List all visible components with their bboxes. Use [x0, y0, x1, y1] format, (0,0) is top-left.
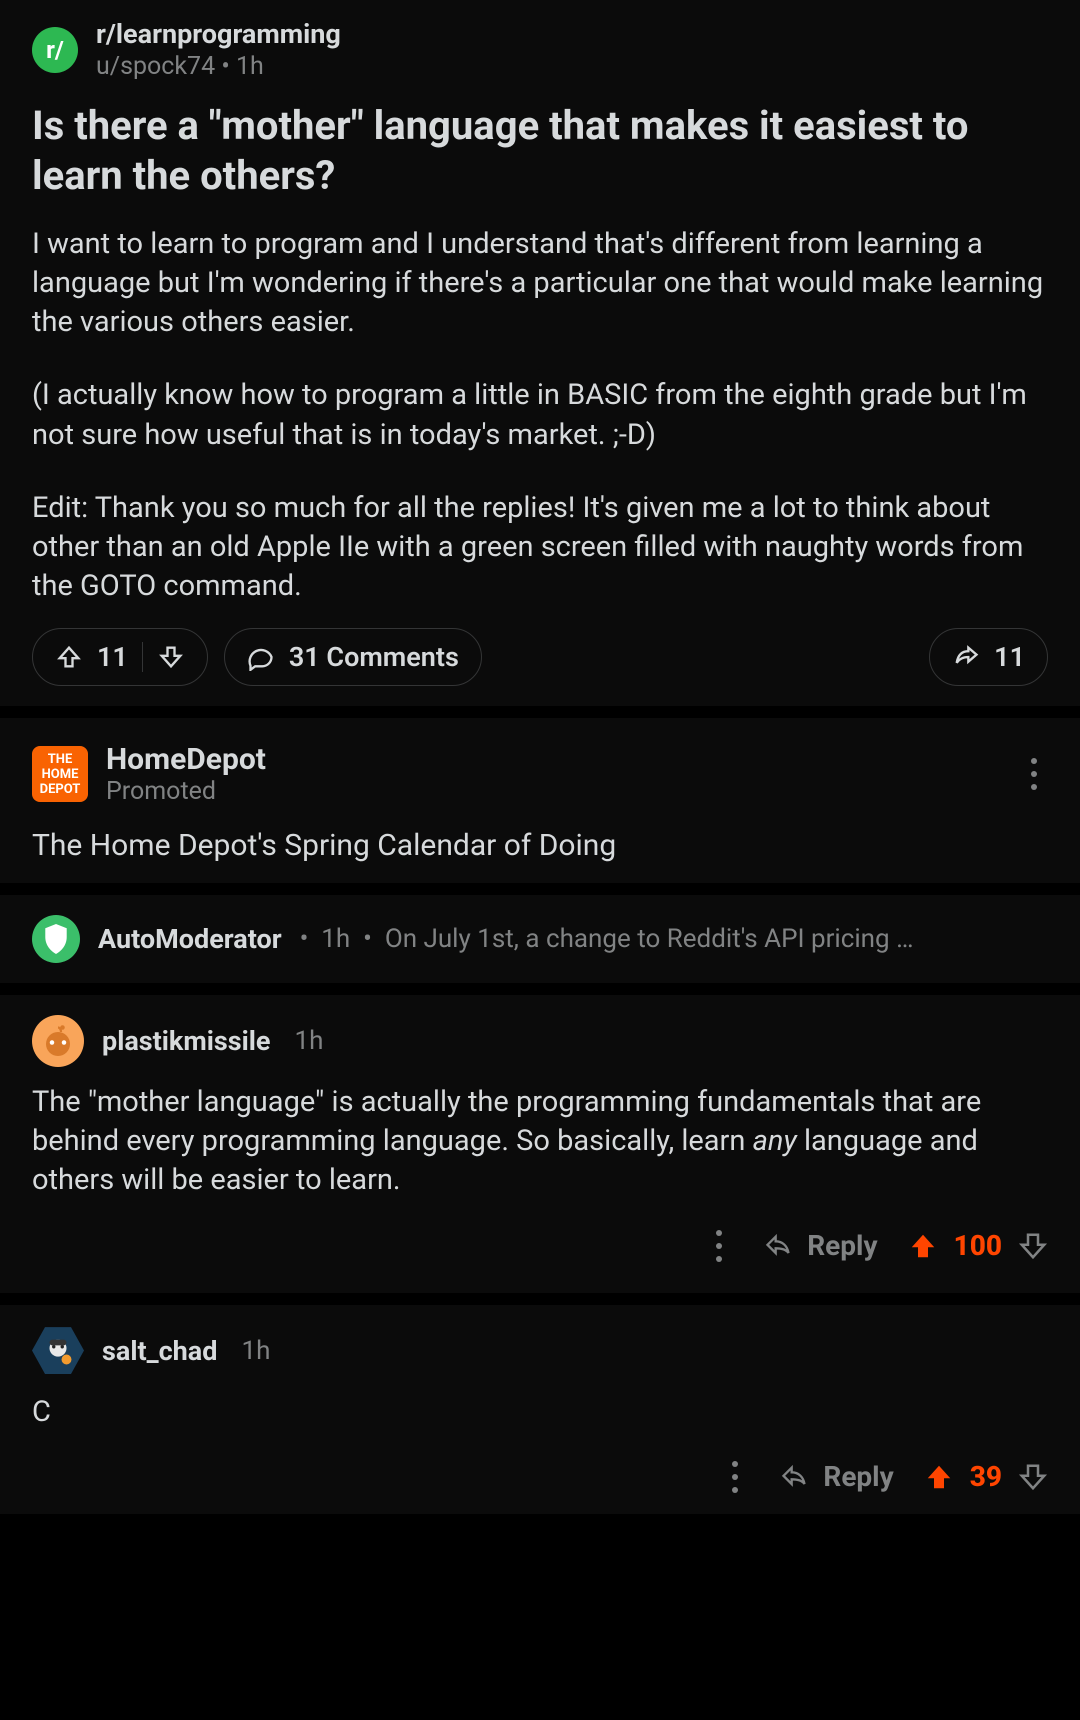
- downvote-icon: [1018, 1462, 1048, 1492]
- comment-time: 1h: [295, 1026, 324, 1056]
- more-icon: [731, 1460, 739, 1494]
- reply-button[interactable]: Reply: [763, 1229, 877, 1262]
- automod-name[interactable]: AutoModerator: [98, 923, 282, 955]
- comment-author[interactable]: salt_chad: [102, 1335, 217, 1367]
- promo-avatar: THEHOMEDEPOT: [32, 746, 88, 802]
- shield-icon: [43, 924, 69, 954]
- comment-body: The "mother language" is actually the pr…: [32, 1083, 1048, 1200]
- comment-author[interactable]: plastikmissile: [102, 1025, 271, 1057]
- comment-downvote-button[interactable]: [1018, 1462, 1048, 1492]
- promo-text: The Home Depot's Spring Calendar of Doin…: [32, 828, 1048, 863]
- vote-pill: 11: [32, 628, 208, 686]
- more-icon: [715, 1229, 723, 1263]
- automod-row[interactable]: AutoModerator • 1h • On July 1st, a chan…: [0, 895, 1080, 983]
- downvote-icon: [157, 643, 185, 671]
- subreddit-link[interactable]: r/learnprogramming: [96, 18, 341, 50]
- comment: salt_chad 1h C Reply 39: [0, 1305, 1080, 1514]
- author-link[interactable]: u/spock74: [96, 52, 215, 81]
- share-icon: [952, 643, 980, 671]
- comment-score: 100: [954, 1229, 1002, 1262]
- post-score: 11: [97, 641, 128, 673]
- reply-button[interactable]: Reply: [779, 1460, 893, 1493]
- snoo-icon: [40, 1023, 76, 1059]
- comment-upvote-button[interactable]: [924, 1462, 954, 1492]
- comment-icon: [247, 643, 275, 671]
- promo-tag: Promoted: [106, 777, 1002, 806]
- avatar-icon: [41, 1334, 75, 1368]
- promo-more-button[interactable]: [1020, 747, 1048, 801]
- comment-downvote-button[interactable]: [1018, 1231, 1048, 1261]
- downvote-icon: [1018, 1231, 1048, 1261]
- upvote-icon: [55, 643, 83, 671]
- post-byline: u/spock74 • 1h: [96, 52, 341, 81]
- comment-more-button[interactable]: [705, 1219, 733, 1273]
- reply-icon: [779, 1463, 809, 1491]
- comment-score: 39: [970, 1460, 1002, 1493]
- comment-actions: Reply 39: [32, 1450, 1048, 1504]
- post-card: r/ r/learnprogramming u/spock74 • 1h Is …: [0, 0, 1080, 706]
- upvote-button[interactable]: [55, 643, 83, 671]
- downvote-button[interactable]: [157, 643, 185, 671]
- comment: plastikmissile 1h The "mother language" …: [0, 995, 1080, 1292]
- comment-more-button[interactable]: [721, 1450, 749, 1504]
- upvote-icon: [908, 1231, 938, 1261]
- user-avatar[interactable]: [32, 1015, 84, 1067]
- automod-avatar: [32, 915, 80, 963]
- comment-body: C: [32, 1393, 1048, 1432]
- comment-time: 1h: [241, 1336, 270, 1366]
- post-header: r/ r/learnprogramming u/spock74 • 1h: [32, 18, 1048, 81]
- more-icon: [1030, 757, 1038, 791]
- reply-icon: [763, 1232, 793, 1260]
- post-body: I want to learn to program and I underst…: [32, 225, 1048, 606]
- comment-upvote-button[interactable]: [908, 1231, 938, 1261]
- user-avatar[interactable]: [32, 1325, 84, 1377]
- comment-actions: Reply 100: [32, 1219, 1048, 1273]
- promoted-card[interactable]: THEHOMEDEPOT HomeDepot Promoted The Home…: [0, 718, 1080, 883]
- post-time: 1h: [236, 52, 264, 81]
- post-actions: 11 31 Comments 11: [32, 628, 1048, 686]
- promo-name[interactable]: HomeDepot: [106, 742, 1002, 777]
- upvote-icon: [924, 1462, 954, 1492]
- comments-button[interactable]: 31 Comments: [224, 628, 482, 686]
- post-title: Is there a "mother" language that makes …: [32, 101, 1048, 201]
- subreddit-avatar[interactable]: r/: [32, 27, 78, 73]
- share-button[interactable]: 11: [929, 628, 1048, 686]
